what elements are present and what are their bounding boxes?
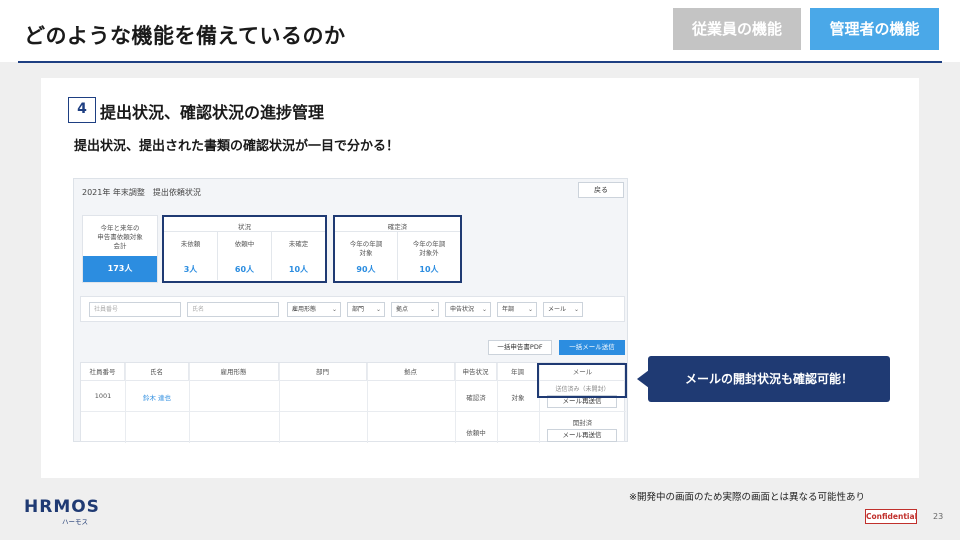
disclaimer-note: ※開発中の画面のため実際の画面とは異なる可能性あり	[629, 492, 865, 503]
status-unconfirmed[interactable]: 未確定 10人	[272, 232, 325, 280]
hrmos-logo-subtitle: ハーモス	[62, 518, 88, 526]
summary-total-value[interactable]: 173人	[83, 256, 157, 282]
confirmed-target[interactable]: 今年の年調 対象 90人	[335, 232, 398, 280]
status-group-header: 状況	[238, 223, 251, 231]
summary-status-group: 状況 未依頼 3人 依頼中 60人 未確定 10人	[162, 215, 327, 283]
section-subtitle: 提出状況、提出された書類の確認状況が一目で分かる！	[74, 139, 400, 154]
callout-box: メールの開封状況も確認可能！	[648, 356, 890, 402]
hrmos-logo: HRMOS	[24, 497, 100, 517]
chevron-down-icon: ⌄	[481, 306, 487, 313]
tab-admin-features[interactable]: 管理者の機能	[810, 8, 939, 50]
confirmed-group-header: 確定済	[387, 223, 408, 231]
page-number: 23	[933, 512, 944, 521]
app-screenshot: 2021年 年末調整 提出依頼状況 戻る 今年と来年の 申告書依頼対象 会計 1…	[73, 178, 628, 443]
row1-name-link[interactable]: 鈴木 達也	[125, 392, 189, 402]
row2-form-status: 依頼中	[466, 429, 486, 437]
app-page-title: 2021年 年末調整 提出依頼状況	[82, 188, 201, 197]
year-adjustment-select[interactable]: 年調 ⌄	[497, 302, 537, 317]
employee-number-input[interactable]: 社員番号	[89, 302, 181, 317]
name-input[interactable]: 氏名	[187, 302, 279, 317]
col-header-location[interactable]: 拠点	[367, 363, 455, 381]
confidential-badge: Confidential	[865, 509, 917, 524]
col-header-name[interactable]: 氏名	[125, 363, 189, 381]
tab-staff-features[interactable]: 従業員の機能	[673, 8, 801, 50]
row1-employee-no: 1001	[94, 392, 112, 400]
status-requested[interactable]: 依頼中 60人	[218, 232, 272, 280]
page-title: どのような機能を備えているのか	[24, 24, 346, 48]
col-header-employee-no[interactable]: 社員番号	[81, 363, 125, 381]
row1-form-status: 確認済	[466, 394, 486, 402]
section-title: 提出状況、確認状況の進捗管理	[100, 103, 325, 122]
bulk-pdf-button[interactable]: 一括申告書PDF	[488, 340, 552, 355]
form-status-select[interactable]: 申告状況 ⌄	[445, 302, 491, 317]
slide-header: どのような機能を備えているのか 従業員の機能 管理者の機能	[0, 0, 960, 62]
department-select[interactable]: 部門 ⌄	[347, 302, 385, 317]
employment-type-select[interactable]: 雇用形態 ⌄	[287, 302, 341, 317]
chevron-down-icon: ⌄	[573, 306, 579, 313]
col-header-department[interactable]: 部門	[279, 363, 367, 381]
status-not-requested[interactable]: 未依頼 3人	[164, 232, 218, 280]
filter-bar: 社員番号 氏名 雇用形態 ⌄ 部門 ⌄ 拠点 ⌄ 申告状況 ⌄ 年調 ⌄ メール ⌄	[80, 296, 625, 322]
summary-total-label: 今年と来年の 申告書依頼対象 会計	[97, 224, 143, 250]
chevron-down-icon: ⌄	[429, 306, 435, 313]
col-header-year-adjustment[interactable]: 年調	[497, 363, 539, 381]
row2-mail-status: 開封済	[572, 419, 593, 427]
col-header-employment-type[interactable]: 雇用形態	[189, 363, 279, 381]
row2-resend-mail-button[interactable]: メール再送信	[547, 429, 617, 442]
confirmed-non-target[interactable]: 今年の年調 対象外 10人	[398, 232, 460, 280]
summary-confirmed-group: 確定済 今年の年調 対象 90人 今年の年調 対象外 10人	[333, 215, 462, 283]
mail-select[interactable]: メール ⌄	[543, 302, 583, 317]
location-select[interactable]: 拠点 ⌄	[391, 302, 439, 317]
chevron-down-icon: ⌄	[375, 306, 381, 313]
chevron-down-icon: ⌄	[331, 306, 337, 313]
summary-total-card: 今年と来年の 申告書依頼対象 会計 173人	[82, 215, 158, 283]
step-number-badge: 4	[68, 97, 96, 123]
back-button[interactable]: 戻る	[578, 182, 624, 198]
mail-column-highlight	[537, 363, 627, 398]
chevron-down-icon: ⌄	[527, 306, 533, 313]
row1-year-adjustment: 対象	[511, 394, 525, 402]
header-divider	[18, 61, 942, 63]
bulk-mail-button[interactable]: 一括メール送信	[559, 340, 625, 355]
col-header-form-status[interactable]: 申告状況	[455, 363, 497, 381]
